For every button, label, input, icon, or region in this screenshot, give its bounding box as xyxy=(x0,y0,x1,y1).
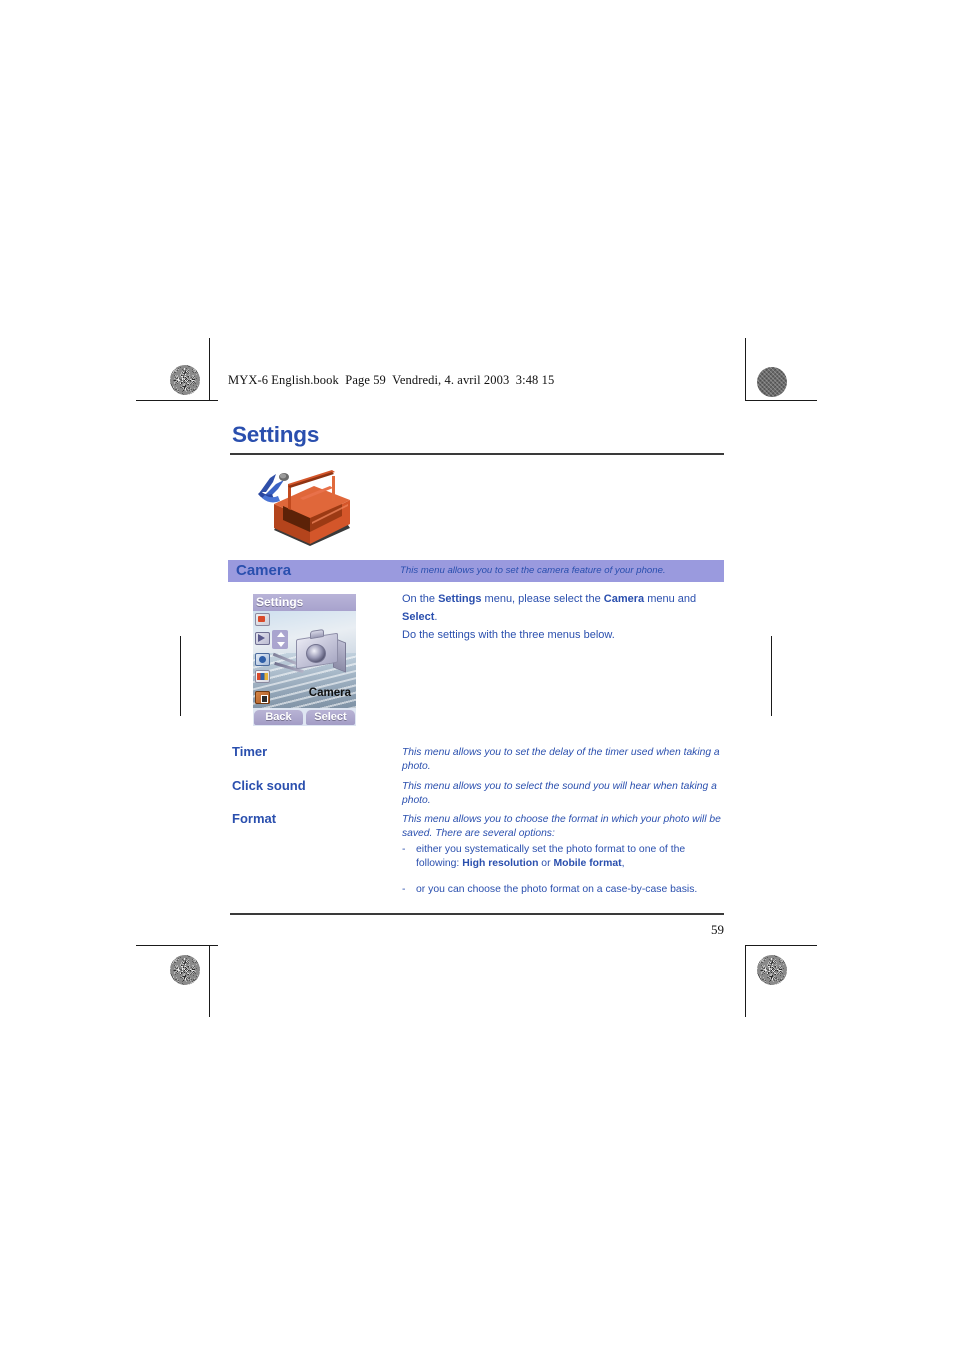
halftone-dot-bottom-right xyxy=(757,955,787,985)
registration-mark-bottom-right-inner xyxy=(700,956,744,1000)
registration-mark-bottom-left-inner xyxy=(217,956,261,1000)
display-icon xyxy=(255,670,270,683)
intro-line-2: Do the settings with the three menus bel… xyxy=(402,628,615,641)
chevron-up-icon xyxy=(277,632,285,637)
phone-softkey-back[interactable]: Back xyxy=(254,710,303,725)
registration-mark-upper-right xyxy=(748,403,792,447)
page-number: 59 xyxy=(711,922,724,937)
printed-page-sheet: MYX-6 English.book Page 59 Vendredi, 4. … xyxy=(0,0,954,1351)
security-lock-icon xyxy=(255,691,270,704)
camera-intro-paragraph: On the Settings menu, please select the … xyxy=(402,591,724,644)
footer-divider-rule xyxy=(230,913,724,915)
registration-mark-mid-left xyxy=(159,654,203,698)
intro-text-3: menu and xyxy=(644,593,697,605)
bullet-dash: - xyxy=(402,883,406,895)
registration-mark-top-right-inner xyxy=(700,363,744,407)
setting-description-click-sound: This menu allows you to select the sound… xyxy=(402,781,717,806)
phone-scroll-indicator xyxy=(272,630,288,649)
trim-line-bottom-left-horizontal xyxy=(136,945,218,947)
title-divider-rule xyxy=(230,453,724,455)
trim-line-bottom-right-horizontal xyxy=(745,945,817,947)
messages-icon xyxy=(255,613,270,626)
trim-line-top-left-horizontal xyxy=(136,400,218,402)
digital-camera-icon xyxy=(272,624,348,682)
setting-label-format: Format xyxy=(232,811,277,826)
list-item: - or you can choose the photo format on a… xyxy=(402,883,724,897)
chevron-down-icon xyxy=(277,642,285,647)
phone-softkey-bar: Back Select xyxy=(253,709,356,726)
format-options-list: - either you systematically set the photo… xyxy=(402,843,724,908)
trim-line-top-right-vertical xyxy=(745,338,747,400)
intro-text-4: . xyxy=(434,610,438,623)
phone-softkey-select[interactable]: Select xyxy=(306,710,355,725)
network-icon xyxy=(255,653,270,666)
trim-line-top-left-vertical xyxy=(209,338,211,400)
trim-line-bottom-left-vertical xyxy=(209,945,211,1017)
bullet-0-bold-high-resolution: High resolution xyxy=(462,858,539,870)
bullet-0-text-3: , xyxy=(621,858,625,870)
halftone-dot-bottom-left xyxy=(170,955,200,985)
trim-line-top-right-horizontal xyxy=(745,400,817,402)
camera-section-title: Camera xyxy=(236,562,292,579)
list-item: - either you systematically set the photo… xyxy=(402,843,724,872)
phone-title-bar-label: Settings xyxy=(256,595,304,609)
intro-text-1: On the xyxy=(402,593,439,605)
bullet-1-text-1: or you can choose the photo format on a … xyxy=(416,883,698,895)
page-title: Settings xyxy=(232,422,320,447)
tools-icon xyxy=(255,632,270,645)
setting-description-timer: This menu allows you to set the delay of… xyxy=(402,747,720,772)
setting-description-format: This menu allows you to choose the forma… xyxy=(402,814,721,839)
bullet-0-text-2: or xyxy=(538,858,554,870)
registration-mark-lower-left xyxy=(156,900,200,944)
intro-bold-select: Select xyxy=(402,610,435,623)
intro-bold-camera: Camera xyxy=(603,593,645,605)
registration-mark-mid-right xyxy=(750,654,794,698)
phone-selected-item-label: Camera xyxy=(308,687,351,699)
registration-mark-bottom-center xyxy=(456,956,500,1000)
bullet-dash: - xyxy=(402,844,406,855)
registration-mark-upper-left xyxy=(156,403,200,447)
setting-label-click-sound: Click sound xyxy=(232,778,306,793)
book-file-header: MYX-6 English.book Page 59 Vendredi, 4. … xyxy=(228,373,555,387)
halftone-dot-top-right xyxy=(757,367,787,397)
phone-title-bar: Settings xyxy=(253,594,356,611)
phone-menu-icon-column xyxy=(254,613,272,705)
intro-text-2: menu, please select the xyxy=(481,593,604,605)
trim-line-bottom-right-vertical xyxy=(745,945,747,1017)
phone-screen-mockup: Settings Camera Back Select xyxy=(253,594,356,726)
halftone-dot-top-left xyxy=(170,365,200,395)
setting-label-timer: Timer xyxy=(232,744,268,759)
bullet-0-bold-mobile-format: Mobile format xyxy=(553,858,622,870)
toolbox-with-pliers-icon xyxy=(250,462,358,550)
camera-section-banner: Camera This menu allows you to set the c… xyxy=(228,560,724,582)
camera-section-description: This menu allows you to set the camera f… xyxy=(400,565,666,576)
registration-mark-lower-right xyxy=(748,900,792,944)
intro-bold-settings: Settings xyxy=(438,593,482,605)
